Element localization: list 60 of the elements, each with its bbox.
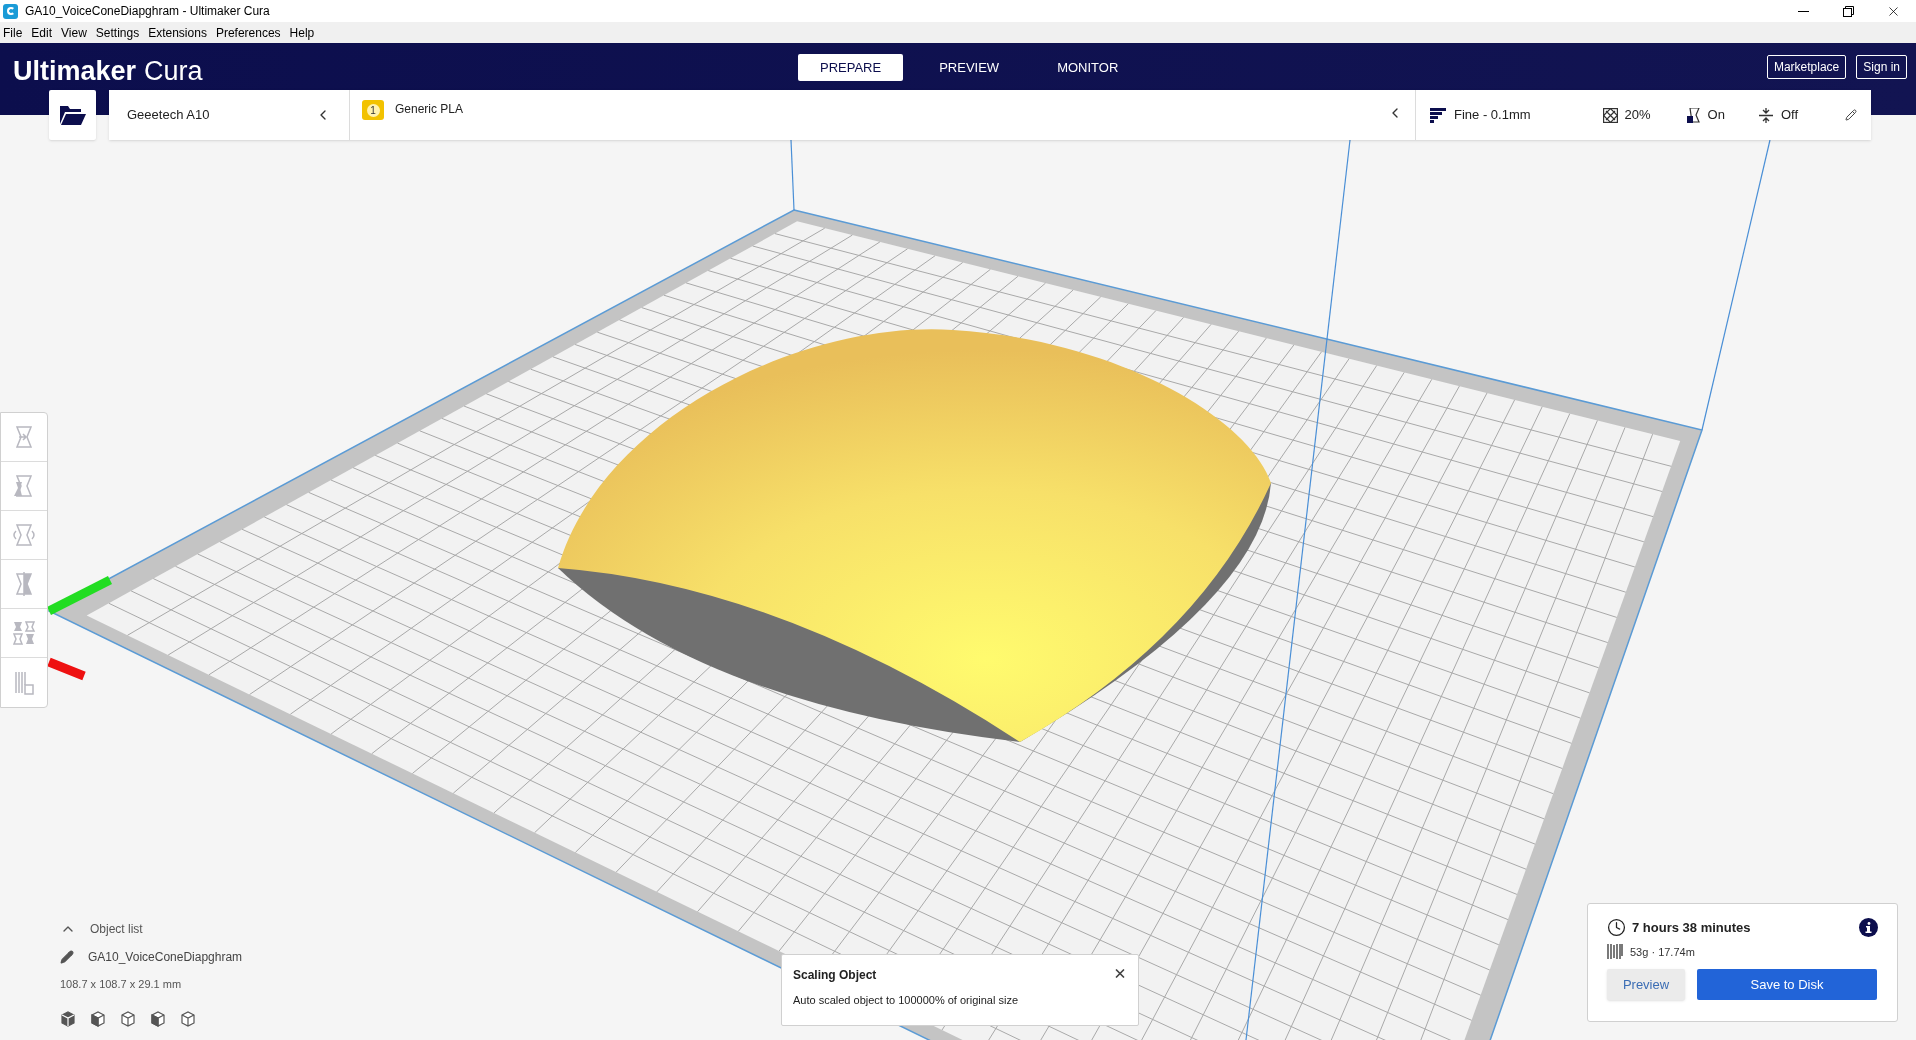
- adhesion-icon: [1758, 107, 1773, 123]
- view-orientation-button[interactable]: [180, 1010, 196, 1027]
- menu-item[interactable]: View: [61, 23, 87, 42]
- logo-product: Cura: [144, 55, 203, 88]
- adhesion-label: Off: [1780, 106, 1799, 125]
- tool-icon: [11, 619, 37, 647]
- pencil-icon: [1845, 109, 1857, 121]
- close-button[interactable]: [1113, 966, 1127, 980]
- stage-tab[interactable]: PREPARE: [798, 54, 904, 81]
- cube-icon: [180, 1010, 196, 1027]
- app-icon: [3, 3, 18, 19]
- menu-item[interactable]: Settings: [95, 23, 140, 42]
- print-settings-selector[interactable]: Fine - 0.1mm 20% On Off: [1416, 90, 1871, 140]
- menu-item[interactable]: Extensions: [148, 23, 207, 42]
- cube-icon: [90, 1010, 106, 1027]
- open-file-button[interactable]: [49, 90, 96, 140]
- menu-item[interactable]: Preferences: [215, 23, 281, 42]
- material-usage: 53g · 17.74m: [1630, 944, 1695, 960]
- object-dimensions: 108.7 x 108.7 x 29.1 mm: [60, 977, 183, 992]
- pencil-icon: [60, 950, 74, 964]
- marketplace-button[interactable]: Marketplace: [1766, 55, 1847, 79]
- toast-message: Auto scaled object to 100000% of original size: [793, 993, 1020, 1008]
- view-orientation-button[interactable]: [90, 1010, 106, 1027]
- sign-in-button[interactable]: Sign in: [1856, 55, 1907, 79]
- view-orientation-button[interactable]: [60, 1010, 76, 1027]
- profile-label: Fine - 0.1mm: [1454, 106, 1531, 125]
- view-orientation-button[interactable]: [120, 1010, 136, 1027]
- cube-icon: [60, 1010, 76, 1027]
- info-button[interactable]: [1859, 918, 1878, 938]
- print-time: 7 hours 38 minutes: [1632, 919, 1751, 937]
- support-label: On: [1707, 106, 1725, 125]
- cube-icon: [150, 1010, 166, 1027]
- preview-button[interactable]: Preview: [1607, 969, 1685, 1000]
- stage-tab[interactable]: PREVIEW: [917, 54, 1022, 81]
- cube-icon: [120, 1010, 136, 1027]
- tool-icon: [11, 521, 37, 549]
- menu-item[interactable]: Edit: [31, 23, 53, 42]
- minimize-icon: [1798, 10, 1809, 12]
- folder-icon: [58, 104, 87, 126]
- printer-selector[interactable]: Geeetech A10: [109, 90, 350, 140]
- menu-item[interactable]: Help: [289, 23, 315, 42]
- restore-icon: [1843, 5, 1854, 17]
- object-list-label[interactable]: Object list: [90, 920, 143, 938]
- window-title: GA10_VoiceConeDiapghram - Ultimaker Cura: [25, 3, 270, 20]
- info-icon: [1865, 922, 1872, 934]
- object-name[interactable]: GA10_VoiceConeDiapghram: [88, 948, 243, 966]
- warning-badge: 1: [362, 100, 384, 120]
- stage-tab[interactable]: MONITOR: [1035, 54, 1141, 81]
- support-icon: [1686, 107, 1700, 123]
- profile-icon: [1430, 107, 1446, 123]
- menu-item[interactable]: File: [3, 23, 23, 42]
- clock-icon: [1607, 918, 1626, 938]
- filament-icon: [1607, 944, 1623, 960]
- logo-brand: Ultimaker: [13, 55, 137, 88]
- infill-label: 20%: [1624, 106, 1651, 125]
- material-selector[interactable]: 1 Generic PLA: [350, 90, 1416, 140]
- view-orientation-button[interactable]: [150, 1010, 166, 1027]
- toast-title: Scaling Object: [793, 967, 877, 984]
- infill-icon: [1602, 107, 1618, 123]
- save-to-disk-button[interactable]: Save to Disk: [1697, 969, 1877, 1000]
